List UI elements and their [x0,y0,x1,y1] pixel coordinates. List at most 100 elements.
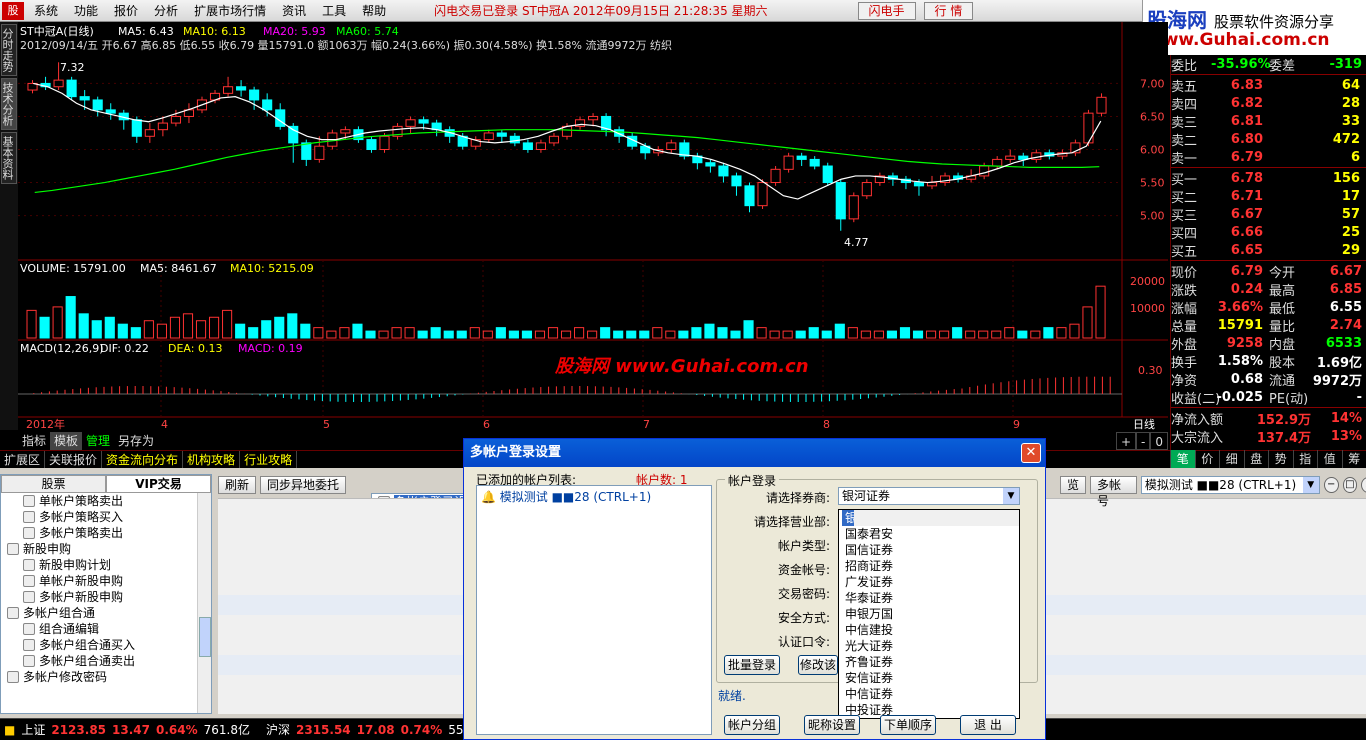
tree-node[interactable]: 单帐户新股申购 [1,573,211,589]
broker-option[interactable]: 华泰证券 [842,590,1007,606]
batch-login-button[interactable]: 批量登录 [724,655,780,675]
tree-node[interactable]: 多帐户新股申购 [1,589,211,605]
tree-node-label: 新股申购 [23,542,72,556]
qtab-price[interactable]: 价 [1194,450,1220,468]
browse-button[interactable]: 览 [1060,476,1087,494]
menu-help[interactable]: 帮助 [354,2,394,19]
zoom-reset-button[interactable]: 0 [1150,432,1168,450]
tree-node[interactable]: 多帐户策略买入 [1,509,211,525]
ext-tab-area[interactable]: 扩展区 [0,451,46,468]
buy-level-row: 买五 6.65 29 [1171,241,1366,260]
account-group-button[interactable]: 帐户分组 [724,715,780,735]
tree-node[interactable]: 新股申购 [1,541,211,557]
ext-tab-related[interactable]: 关联报价 [45,451,103,468]
tree-node[interactable]: 多帐户组合通买入 [1,637,211,653]
tree-node[interactable]: 多帐户组合通卖出 [1,653,211,669]
broker-option[interactable]: 申银万国 [842,606,1007,622]
qtab-tick[interactable]: 笔 [1170,450,1195,468]
volume-bar [899,327,911,339]
ext-tab-industry[interactable]: 行业攻略 [240,451,298,468]
candle-body [340,129,351,134]
broker-option[interactable]: 安信证券 [842,670,1007,686]
tab-manage[interactable]: 管理 [82,432,114,450]
refresh-button[interactable]: 刷新 [218,476,257,494]
quote-button[interactable]: 行 情 [923,1,974,20]
broker-option[interactable]: 广发证券 [842,574,1007,590]
dropdown-scrollbar[interactable] [854,510,1019,526]
volume-bar [326,330,337,339]
account-select[interactable]: 模拟测试 ■■28 (CTRL+1) ▼ [1140,476,1320,494]
zoom-out-button[interactable]: - [1136,432,1151,450]
modify-button[interactable]: 修改该 [798,655,838,675]
sync-order-button[interactable]: 同步异地委托 [260,476,347,494]
flash-trade-button[interactable]: 闪电手 [857,1,916,20]
trade-pwd-label: 交易密码: [777,587,830,601]
zoom-in-button[interactable]: + [1115,432,1137,450]
ext-tab-fund-flow[interactable]: 资金流向分布 [102,451,184,468]
sell-level-price: 6.82 [1230,95,1263,111]
menu-analysis[interactable]: 分析 [146,2,186,19]
tree-node[interactable]: 单帐户策略卖出 [1,493,211,509]
tab-intraday[interactable]: 分时走势 [1,24,17,76]
broker-option[interactable]: 国泰君安 [842,526,1007,542]
price-tick: 6.50 [1140,110,1165,123]
folder-icon [7,607,19,619]
menu-quote[interactable]: 报价 [106,2,146,19]
order-sequence-button[interactable]: 下单顺序 [880,715,936,735]
close-icon[interactable]: × [1361,477,1366,493]
menu-ext-market[interactable]: 扩展市场行情 [186,2,274,19]
ext-tab-institution[interactable]: 机构攻略 [183,451,241,468]
volume-bar [665,330,676,339]
tree-node[interactable]: 多帐户策略卖出 [1,525,211,541]
menu-tools[interactable]: 工具 [314,2,354,19]
tab-save-as[interactable]: 另存为 [114,432,158,450]
date-label-0: 2012年 [26,417,65,431]
broker-option[interactable]: 国信证券 [842,542,1007,558]
qtab-value[interactable]: 值 [1317,450,1342,468]
restore-icon[interactable]: □ [1342,477,1358,493]
broker-option[interactable]: 中信证券 [842,686,1007,702]
account-item-label: 模拟测试 ■■28 (CTRL+1) [499,490,652,504]
tab-template[interactable]: 模板 [50,432,83,450]
minimize-icon[interactable]: − [1323,477,1339,493]
tab-stock[interactable]: 股票 [1,475,106,493]
qtab-trend[interactable]: 势 [1268,450,1293,468]
tree-node[interactable]: 新股申购计划 [1,557,211,573]
qtab-detail[interactable]: 细 [1219,450,1244,468]
account-item[interactable]: 🔔 模拟测试 ■■28 (CTRL+1) [477,486,711,507]
tab-technical[interactable]: 技术分析 [1,78,17,130]
tree-node[interactable]: 多帐户修改密码 [1,669,211,685]
broker-option[interactable]: 招商证券 [842,558,1007,574]
tree-node[interactable]: 组合通编辑 [1,621,211,637]
broker-option[interactable]: 光大证券 [842,638,1007,654]
menu-system[interactable]: 系统 [26,2,66,19]
broker-option[interactable]: 齐鲁证券 [842,654,1007,670]
tab-vip-trade[interactable]: VIP交易 [106,475,211,493]
tab-indicator[interactable]: 指标 [18,432,50,450]
candle-body [666,142,677,151]
volume-bar [26,309,37,339]
candle-body [848,195,859,220]
nickname-button[interactable]: 昵称设置 [804,715,860,735]
qtab-board[interactable]: 盘 [1243,450,1269,468]
sh-change: 13.47 [112,722,150,737]
tree-scrollbar[interactable] [197,493,211,713]
menu-news[interactable]: 资讯 [274,2,314,19]
tree-node[interactable]: 多帐户组合通 [1,605,211,621]
exit-button[interactable]: 退 出 [960,715,1016,735]
tab-fundamental[interactable]: 基本资料 [1,132,17,184]
buy-level-price: 6.78 [1230,170,1263,186]
broker-select[interactable]: 银河证券 ▼ [838,487,1020,505]
fund-acct-label: 资金帐号: [777,563,830,577]
multi-account-button[interactable]: 多帐号 [1090,476,1137,508]
dialog-close-icon[interactable]: ✕ [1021,443,1041,463]
broker-option[interactable]: 中信建投 [842,622,1007,638]
stat-label-2: 量比 [1269,319,1296,335]
volume-bar [1043,327,1054,339]
flow-value: 152.9万 [1256,412,1311,428]
qtab-chips[interactable]: 筹 [1341,450,1366,468]
qtab-index[interactable]: 指 [1292,450,1318,468]
flow-pct: 14% [1330,410,1362,426]
menu-function[interactable]: 功能 [66,2,106,19]
volume-bar [65,296,76,339]
